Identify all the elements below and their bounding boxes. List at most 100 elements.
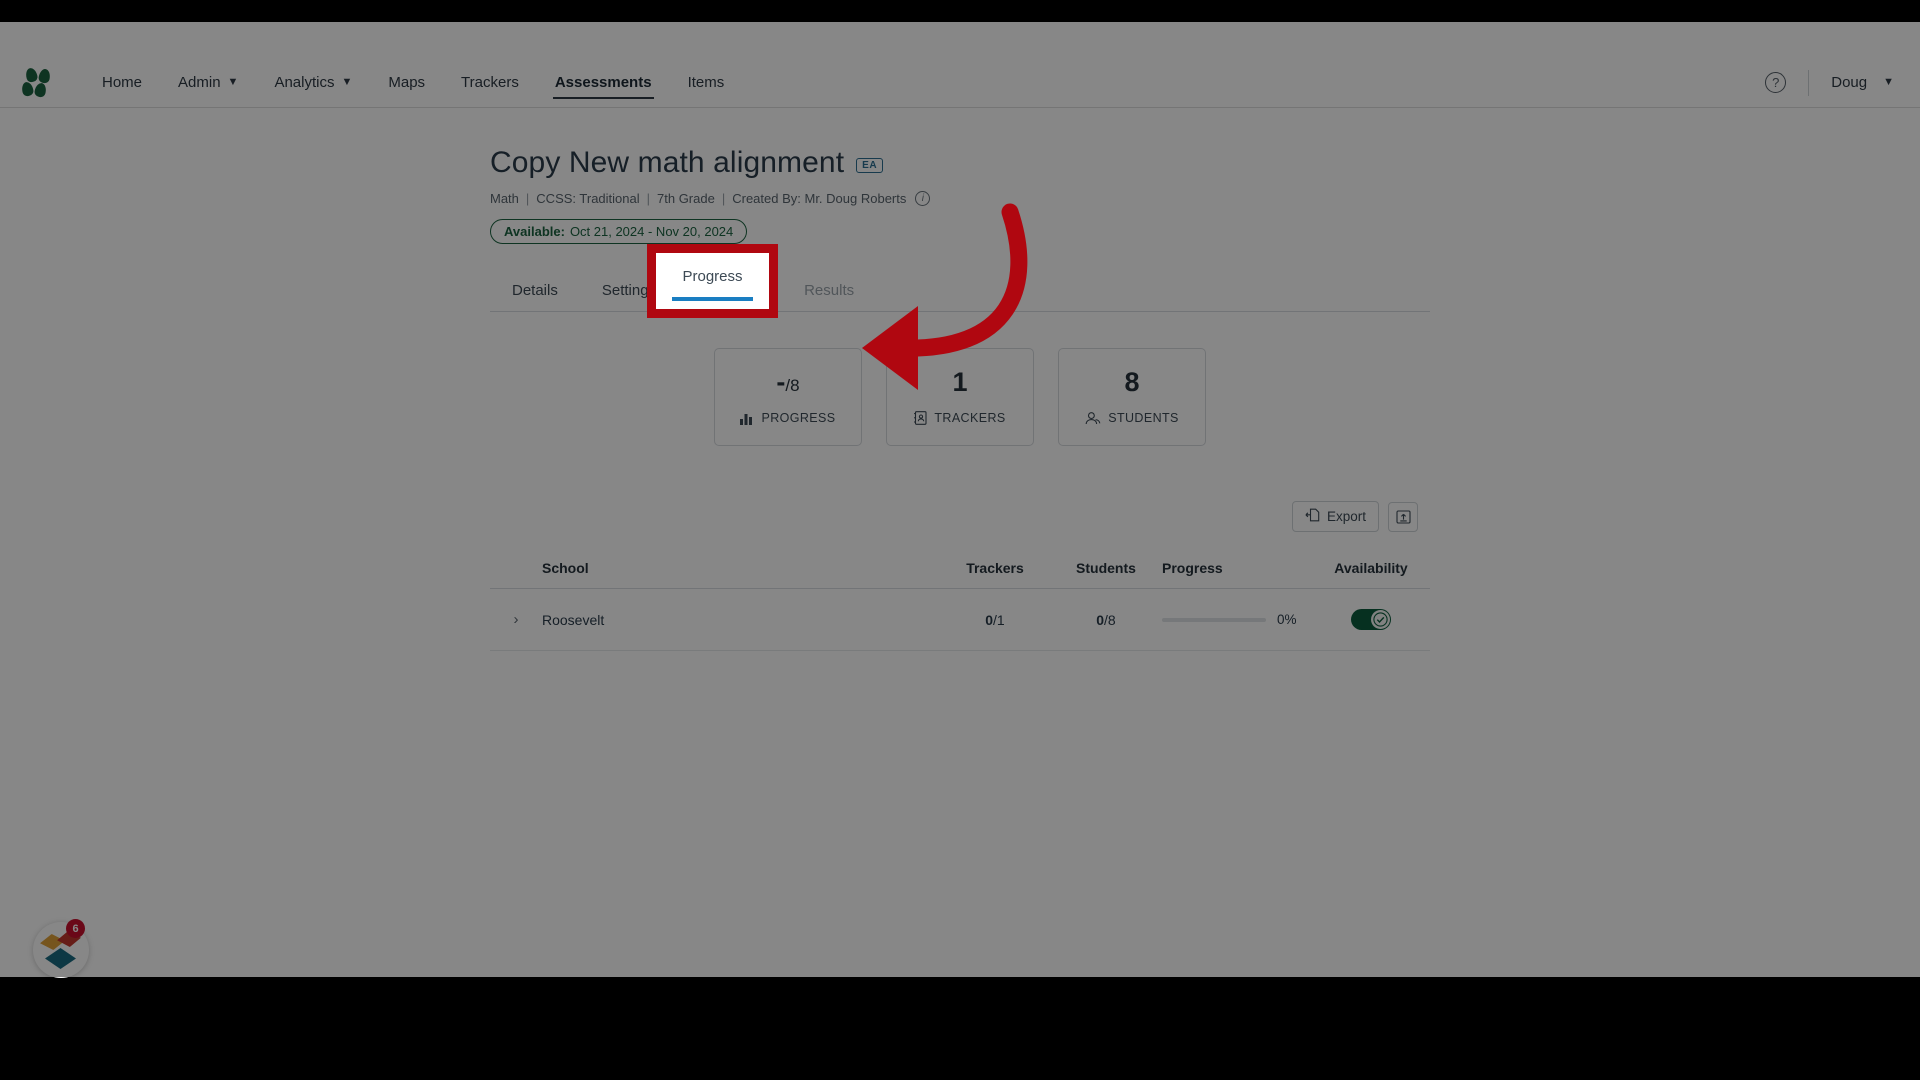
- meta-subject: Math: [490, 191, 519, 206]
- tab-label: Details: [512, 282, 558, 299]
- cell-progress: 0%: [1162, 612, 1312, 627]
- column-header-students[interactable]: Students: [1050, 560, 1162, 576]
- availability-badge: Available: Oct 21, 2024 - Nov 20, 2024: [490, 219, 748, 244]
- ea-badge: EA: [856, 158, 884, 173]
- nav-divider: [1808, 69, 1810, 96]
- stat-label-row: STUDENTS: [1085, 411, 1179, 425]
- export-icon: [1305, 508, 1320, 525]
- nav-item-maps[interactable]: Maps: [370, 58, 443, 108]
- nav-items: Home Admin ▼ Analytics ▼ Maps Trackers A…: [84, 58, 742, 108]
- nav-item-analytics[interactable]: Analytics ▼: [256, 58, 370, 108]
- help-widget[interactable]: 6: [33, 919, 89, 978]
- logo-leaf-icon: [24, 66, 39, 83]
- students-total: /8: [1104, 611, 1116, 628]
- column-header-progress[interactable]: Progress: [1162, 560, 1312, 576]
- cell-availability: [1312, 609, 1430, 630]
- stat-card-students: 8 STUDENTS: [1058, 348, 1206, 446]
- stat-label-row: TRACKERS: [914, 411, 1005, 425]
- tracker-book-icon: [914, 411, 927, 425]
- logo-leaf-icon: [33, 81, 48, 98]
- nav-right-group: ? Doug ▼: [1765, 69, 1920, 96]
- user-menu-label[interactable]: Doug: [1831, 74, 1867, 91]
- trackers-total: /1: [993, 611, 1005, 628]
- stat-card-group: -/8 PROGRESS 1 TRACKERS 8 STUDENTS: [490, 348, 1430, 446]
- nav-item-home[interactable]: Home: [84, 58, 160, 108]
- nav-item-label: Maps: [388, 74, 426, 91]
- stat-label: PROGRESS: [761, 411, 836, 425]
- table-header-row: School Trackers Students Progress Availa…: [490, 547, 1430, 589]
- meta-separator: |: [646, 191, 651, 206]
- info-icon[interactable]: i: [915, 191, 931, 206]
- nav-item-label: Trackers: [461, 74, 519, 91]
- chevron-right-icon[interactable]: ›: [490, 611, 542, 628]
- progress-percent: 0%: [1277, 612, 1297, 627]
- tab-details[interactable]: Details: [490, 270, 580, 311]
- app-logo[interactable]: [20, 66, 56, 98]
- stat-label-row: PROGRESS: [740, 411, 835, 425]
- title-row: Copy New math alignment EA: [490, 146, 1430, 180]
- nav-item-label: Analytics: [274, 74, 335, 91]
- stat-value: 1: [952, 369, 967, 396]
- top-navigation-bar: Home Admin ▼ Analytics ▼ Maps Trackers A…: [0, 58, 1920, 108]
- tab-results[interactable]: Results: [782, 270, 876, 311]
- column-header-trackers[interactable]: Trackers: [940, 560, 1050, 576]
- availability-range: Oct 21, 2024 - Nov 20, 2024: [569, 224, 734, 239]
- chevron-down-icon[interactable]: ▼: [1883, 77, 1894, 88]
- availability-label: Available:: [504, 224, 565, 239]
- tab-bar: Details Settings Progress Results: [490, 270, 1430, 312]
- stat-suffix: /8: [785, 376, 800, 395]
- stat-number: 8: [1124, 367, 1140, 397]
- export-button[interactable]: Export: [1291, 501, 1379, 532]
- stat-value: -/8: [776, 369, 799, 396]
- meta-grade: 7th Grade: [657, 191, 715, 206]
- content-column: Copy New math alignment EA Math | CCSS: …: [490, 108, 1430, 651]
- nav-item-trackers[interactable]: Trackers: [443, 58, 537, 108]
- widget-teal-diamond-icon: [45, 948, 76, 969]
- meta-separator: |: [721, 191, 726, 206]
- stat-card-progress: -/8 PROGRESS: [714, 348, 862, 446]
- notification-badge: 6: [66, 919, 85, 938]
- cell-school-name: Roosevelt: [542, 611, 605, 628]
- progress-bar: [1162, 617, 1266, 622]
- table-row[interactable]: › Roosevelt 0/1 0/8 0%: [490, 589, 1430, 651]
- nav-item-label: Items: [687, 74, 725, 91]
- page-title: Copy New math alignment: [490, 146, 845, 179]
- availability-toggle[interactable]: [1351, 609, 1391, 630]
- help-circle-icon[interactable]: ?: [1765, 72, 1787, 93]
- meta-standard: CCSS: Traditional: [536, 191, 640, 206]
- table-toolbar: Export: [490, 501, 1430, 532]
- stat-value: 8: [1124, 369, 1139, 396]
- nav-item-label: Home: [102, 74, 143, 91]
- help-glyph: ?: [1772, 75, 1780, 90]
- annotation-highlight-box: Progress: [647, 244, 778, 318]
- column-header-availability[interactable]: Availability: [1312, 560, 1430, 576]
- logo-leaf-icon: [37, 67, 52, 84]
- toggle-knob: [1371, 610, 1390, 629]
- stat-label: TRACKERS: [934, 411, 1006, 425]
- nav-item-admin[interactable]: Admin ▼: [160, 58, 256, 108]
- tab-label: Results: [804, 282, 855, 299]
- chevron-down-icon: ▼: [227, 76, 239, 88]
- nav-item-label: Assessments: [554, 74, 652, 91]
- schools-table: School Trackers Students Progress Availa…: [490, 547, 1430, 651]
- bar-chart-icon: [740, 412, 754, 425]
- nav-item-assessments[interactable]: Assessments: [537, 58, 670, 108]
- students-icon: [1085, 411, 1101, 425]
- stat-label: STUDENTS: [1108, 411, 1179, 425]
- cell-trackers: 0/1: [940, 612, 1050, 628]
- annotation-highlight-underline: [672, 297, 753, 301]
- export-label: Export: [1326, 509, 1366, 524]
- stat-number: 1: [952, 367, 968, 397]
- page-body: Copy New math alignment EA Math | CCSS: …: [0, 108, 1920, 651]
- chevron-down-icon: ▼: [341, 76, 353, 88]
- column-header-school[interactable]: School: [542, 560, 940, 576]
- meta-creator: Created By: Mr. Doug Roberts: [732, 191, 907, 206]
- assessment-meta: Math | CCSS: Traditional | 7th Grade | C…: [490, 191, 1430, 206]
- stat-card-trackers: 1 TRACKERS: [886, 348, 1034, 446]
- logo-leaf-icon: [20, 80, 35, 97]
- upload-box-icon[interactable]: [1388, 501, 1418, 532]
- students-done: 0: [1096, 611, 1105, 628]
- trackers-done: 0: [985, 611, 994, 628]
- meta-separator: |: [525, 191, 530, 206]
- nav-item-items[interactable]: Items: [670, 58, 743, 108]
